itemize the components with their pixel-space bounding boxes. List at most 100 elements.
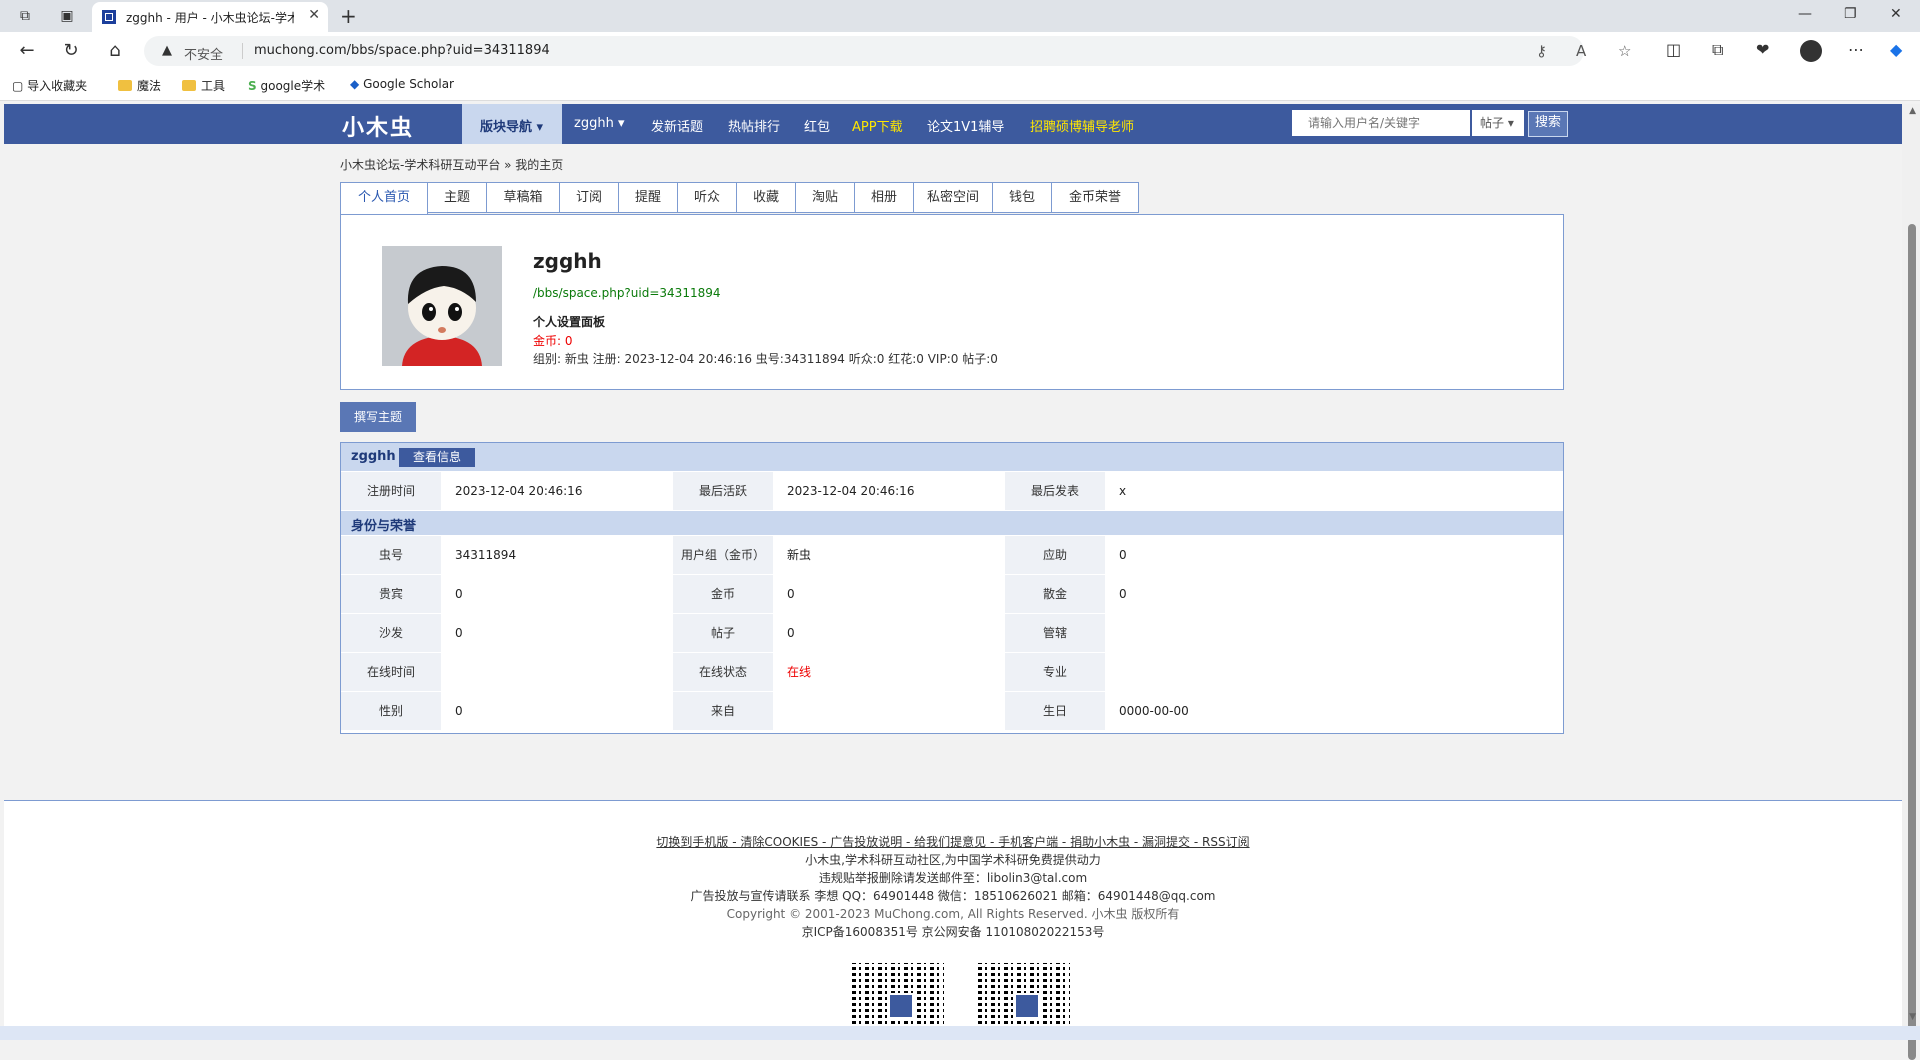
- cell-value: 2023-12-04 20:46:16: [787, 484, 915, 498]
- close-window-icon[interactable]: ✕: [1890, 6, 1902, 22]
- nav-app-download[interactable]: APP下载: [852, 116, 903, 135]
- cell-label: 在线状态: [673, 653, 773, 691]
- copilot-icon[interactable]: ◆: [1890, 40, 1902, 59]
- table-row: 贵宾 0 金币 0 散金 0: [341, 575, 1563, 614]
- bottom-strip: [0, 1026, 1920, 1040]
- page-footer: 切换到手机版 - 清除COOKIES - 广告投放说明 - 给我们提意见 - 手…: [4, 800, 1902, 1027]
- tab-audience[interactable]: 听众: [677, 182, 737, 213]
- user-info-header: zgghh 查看信息: [341, 443, 1563, 471]
- bookmark-folder-magic[interactable]: 魔法: [118, 77, 161, 94]
- back-icon[interactable]: ←: [16, 40, 38, 61]
- nav-recruit[interactable]: 招聘硕博辅导老师: [1030, 116, 1134, 135]
- folder-icon: [182, 80, 196, 91]
- s-logo-icon: S: [248, 79, 257, 93]
- profile-meta: 组别: 新虫 注册: 2023-12-04 20:46:16 虫号:343118…: [533, 352, 998, 366]
- cell-label: 在线时间: [341, 653, 441, 691]
- url-text[interactable]: muchong.com/bbs/space.php?uid=34311894: [254, 43, 550, 58]
- breadcrumb[interactable]: 小木虫论坛-学术科研互动平台 » 我的主页: [340, 156, 563, 173]
- profile-name: zgghh: [533, 249, 602, 273]
- cell-value: [1105, 614, 1337, 652]
- tab-reminders[interactable]: 提醒: [618, 182, 678, 213]
- read-aloud-icon[interactable]: A: [1576, 42, 1586, 60]
- tab-actions-icon[interactable]: ▣: [58, 7, 76, 25]
- warning-icon: ▲: [162, 43, 172, 58]
- cell-label: 来自: [673, 692, 773, 730]
- settings-panel-link[interactable]: 个人设置面板: [533, 313, 605, 330]
- tab-subscriptions[interactable]: 订阅: [559, 182, 619, 213]
- url-separator: [242, 43, 243, 59]
- tab-title: zgghh - 用户 - 小木虫论坛-学术科: [126, 11, 294, 25]
- bookmark-import[interactable]: ▢ 导入收藏夹: [12, 77, 87, 94]
- page-scrollbar[interactable]: ▲ ▼: [1902, 104, 1920, 1060]
- home-icon[interactable]: ⌂: [104, 40, 126, 61]
- tab-collected-posts[interactable]: 淘贴: [795, 182, 855, 213]
- collections-icon[interactable]: ⧉: [1712, 40, 1723, 60]
- new-tab-icon[interactable]: +: [340, 4, 357, 28]
- cell-label: 虫号: [341, 536, 441, 574]
- nav-new-topic[interactable]: 发新话题: [651, 116, 703, 135]
- close-tab-icon[interactable]: ✕: [308, 7, 320, 23]
- honors-title: 身份与荣誉: [351, 519, 417, 534]
- search-type-select[interactable]: 帖子 ▾: [1472, 110, 1524, 136]
- write-topic-button[interactable]: 撰写主题: [340, 402, 416, 432]
- search-input[interactable]: [1292, 110, 1470, 136]
- bookmark-google-scholar[interactable]: ◆ Google Scholar: [350, 77, 454, 91]
- tab-drafts[interactable]: 草稿箱: [486, 182, 560, 213]
- site-favicon-icon: [102, 10, 116, 24]
- cell-value: 0: [455, 587, 463, 601]
- cell-value: 0: [1119, 587, 1127, 601]
- tab-coin-honors[interactable]: 金币荣誉: [1051, 182, 1139, 213]
- profile-avatar-icon[interactable]: [1800, 40, 1822, 62]
- browser-tab[interactable]: zgghh - 用户 - 小木虫论坛-学术科 ✕: [92, 2, 328, 32]
- site-logo[interactable]: 小木虫: [342, 110, 414, 142]
- url-field[interactable]: ▲ 不安全 muchong.com/bbs/space.php?uid=3431…: [144, 36, 1631, 66]
- bookmark-folder-tools[interactable]: 工具: [182, 77, 225, 94]
- coin-count: 金币: 0: [533, 334, 573, 348]
- tab-wallet[interactable]: 钱包: [992, 182, 1052, 213]
- refresh-icon[interactable]: ↻: [60, 40, 82, 61]
- avatar[interactable]: [382, 246, 502, 366]
- qr-code-app: [852, 963, 944, 1027]
- nav-tutoring[interactable]: 论文1V1辅导: [927, 116, 1004, 135]
- minimize-icon[interactable]: —: [1798, 6, 1812, 22]
- search-button[interactable]: 搜索: [1528, 111, 1568, 137]
- scroll-down-icon[interactable]: ▼: [1909, 1012, 1916, 1022]
- cell-label: 性别: [341, 692, 441, 730]
- cell-value: 新虫: [787, 548, 812, 562]
- tab-private-space[interactable]: 私密空间: [913, 182, 993, 213]
- key-icon[interactable]: ⚷: [1536, 42, 1547, 60]
- footer-icp[interactable]: 京ICP备16008351号 京公网安备 11010802022153号: [4, 923, 1902, 940]
- favorite-star-icon[interactable]: ☆: [1618, 42, 1631, 60]
- nav-red-packet[interactable]: 红包: [804, 116, 830, 135]
- site-nav-bar: 小木虫 版块导航 ▾ zgghh ▾ 发新话题 热帖排行 红包 APP下载 论文…: [4, 104, 1902, 144]
- restore-icon[interactable]: ❐: [1844, 6, 1857, 22]
- nav-hot-posts[interactable]: 热帖排行: [728, 116, 780, 135]
- forum-nav-dropdown[interactable]: 版块导航 ▾: [462, 104, 562, 144]
- split-screen-icon[interactable]: ◫: [1666, 40, 1681, 59]
- workspaces-icon[interactable]: ⧉: [16, 7, 34, 25]
- cell-value: 2023-12-04 20:46:16: [455, 484, 583, 498]
- scroll-thumb[interactable]: [1908, 224, 1916, 1060]
- table-row: 性别 0 来自 生日 0000-00-00: [341, 692, 1563, 731]
- tab-albums[interactable]: 相册: [854, 182, 914, 213]
- tab-home[interactable]: 个人首页: [340, 182, 428, 215]
- cell-label: 最后发表: [1005, 472, 1105, 510]
- footer-slogan: 小木虫,学术科研互动社区,为中国学术科研免费提供动力: [805, 853, 1101, 867]
- table-row: 注册时间 2023-12-04 20:46:16 最后活跃 2023-12-04…: [341, 472, 1563, 511]
- tab-topics[interactable]: 主题: [427, 182, 487, 213]
- scroll-up-icon[interactable]: ▲: [1909, 106, 1916, 116]
- bookmark-google-scholar-cn[interactable]: S google学术: [248, 77, 325, 94]
- more-menu-icon[interactable]: ⋯: [1848, 40, 1864, 59]
- cell-value: [441, 653, 673, 691]
- footer-links[interactable]: 切换到手机版 - 清除COOKIES - 广告投放说明 - 给我们提意见 - 手…: [4, 833, 1902, 850]
- extensions-icon[interactable]: ❤: [1756, 40, 1769, 59]
- footer-copyright: Copyright © 2001-2023 MuChong.com, All R…: [726, 907, 1180, 921]
- cell-label: 应助: [1005, 536, 1105, 574]
- view-info-button[interactable]: 查看信息: [399, 448, 475, 467]
- nav-user-menu[interactable]: zgghh ▾: [574, 116, 624, 131]
- cell-value: [1105, 653, 1337, 691]
- tab-favorites[interactable]: 收藏: [736, 182, 796, 213]
- cell-label: 最后活跃: [673, 472, 773, 510]
- cell-label: 注册时间: [341, 472, 441, 510]
- profile-link[interactable]: /bbs/space.php?uid=34311894: [533, 286, 721, 300]
